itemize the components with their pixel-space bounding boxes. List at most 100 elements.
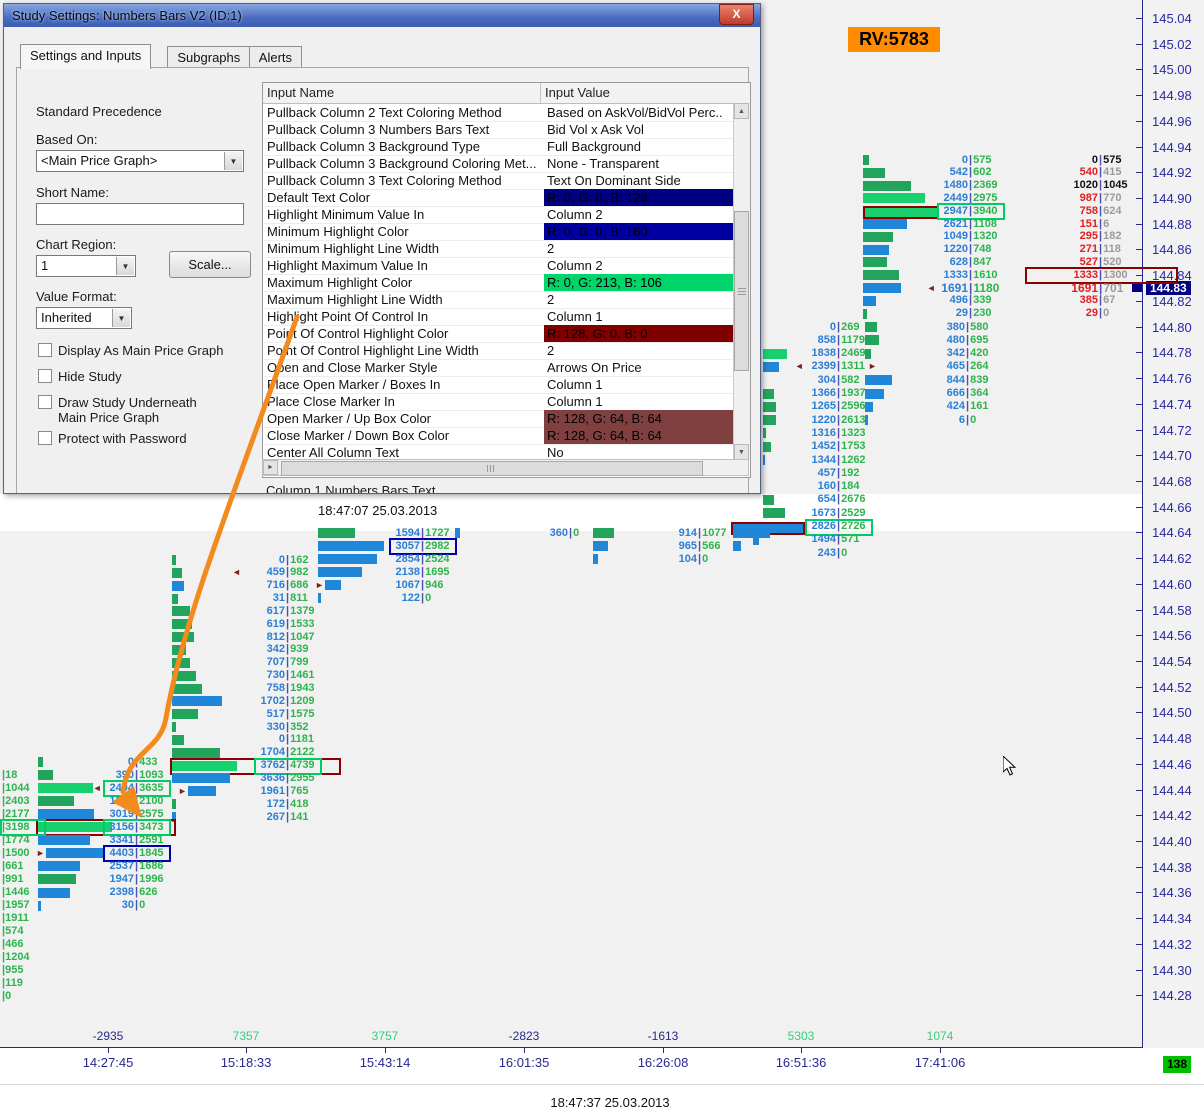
chevron-down-icon[interactable]: ▼ (116, 257, 134, 275)
ask-value: |0 (2, 990, 12, 1003)
bidask-cell: 1691 | 701 (988, 281, 1123, 295)
ask-value: 0 (970, 413, 977, 426)
scroll-up-icon[interactable]: ▲ (734, 103, 749, 119)
ask-value: 118 (1103, 243, 1121, 256)
open-close-marker-left-icon: ◄ (232, 567, 241, 578)
table-row[interactable]: Pullback Column 3 Background Coloring Me… (263, 155, 733, 173)
input-value-cell: R: 0, G: 213, B: 106 (544, 274, 733, 291)
bid-value: 2398 (109, 886, 134, 898)
scale-button[interactable]: Scale... (169, 251, 251, 278)
ask-value: 1323 (841, 426, 866, 439)
input-name-cell: Pullback Column 3 Background Type (267, 139, 480, 154)
input-value-cell: Column 2 (547, 207, 603, 222)
table-row[interactable]: Pullback Column 2 Text Coloring Method Ba… (263, 104, 733, 122)
bidask-cell: 914 | 1077 (587, 527, 727, 540)
bidask-cell: 1067 | 946 (310, 579, 444, 592)
table-row[interactable]: Pullback Column 3 Numbers Bars Text Bid V… (263, 121, 733, 139)
chart-region-select[interactable]: 1 ▼ (36, 255, 136, 277)
ask-value: 2100 (139, 794, 164, 807)
scroll-right-icon[interactable]: ► (263, 460, 278, 475)
table-row[interactable]: Maximum Highlight Color R: 0, G: 213, B: … (263, 274, 733, 292)
bid-value: 151 (1079, 217, 1098, 230)
table-row[interactable]: Minimum Highlight Color R: 0, G: 0, B: 16… (263, 223, 733, 241)
ask-value: 770 (1103, 191, 1122, 204)
checkbox-display-as-main-price-graph[interactable]: Display As Main Price Graph (38, 343, 223, 358)
horizontal-scrollbar[interactable]: ◄ ► (262, 459, 749, 476)
bidask-cell: 1480 | 2369 (858, 179, 998, 192)
ask-value: 0 (425, 591, 432, 604)
table-row[interactable]: Maximum Highlight Line Width 2 (263, 291, 733, 309)
table-row[interactable]: Highlight Point Of Control In Column 1 (263, 308, 733, 326)
checkbox-protect-with-password[interactable]: Protect with Password (38, 431, 187, 446)
bidask-cell: 1702 | 1209 (175, 695, 315, 708)
tab-settings-and-inputs[interactable]: Settings and Inputs (20, 44, 152, 69)
ask-value: |955 (2, 964, 24, 977)
bid-value: 758 (1079, 204, 1098, 217)
inputs-table[interactable]: Input Name Input Value Pullback Column 2… (262, 82, 751, 478)
clipped-section-label: Column 1 Numbers Bars Text (266, 483, 436, 494)
input-name-cell: Place Close Marker In (267, 394, 395, 409)
bidask-cell: 758 | 1943 (175, 682, 315, 695)
dialog-title-bar[interactable]: Study Settings: Numbers Bars V2 (ID:1) X (4, 4, 760, 27)
checkbox-icon[interactable] (38, 395, 52, 409)
column-divider[interactable] (540, 83, 541, 103)
input-name-cell: Pullback Column 2 Text Coloring Method (267, 105, 502, 120)
bid-value: 0 (127, 755, 134, 768)
chevron-down-icon[interactable]: ▼ (224, 152, 242, 170)
bidask-cell: 1961 | 765 (175, 785, 309, 798)
scrollbar-thumb[interactable] (734, 211, 749, 371)
table-row[interactable]: Pullback Column 3 Background Type Full Ba… (263, 138, 733, 156)
checkbox-icon[interactable] (38, 431, 52, 445)
scrollbar-thumb[interactable] (281, 461, 703, 476)
bid-value: 295 (1079, 230, 1098, 243)
bidask-cell: 965 | 566 (587, 539, 721, 553)
ask-value: 1461 (290, 669, 315, 682)
ask-value: 566 (702, 539, 721, 552)
close-icon[interactable]: X (719, 4, 754, 25)
ask-value: 352 (290, 720, 309, 733)
table-row[interactable]: Open and Close Marker Style Arrows On Pri… (263, 359, 733, 377)
table-row[interactable]: Pullback Column 3 Text Coloring Method Te… (263, 172, 733, 190)
table-row[interactable]: Place Open Marker / Boxes In Column 1 (263, 376, 733, 394)
bid-value: 360 (549, 526, 568, 539)
bidask-cell: 104 | 0 (587, 553, 709, 566)
table-row[interactable]: Point Of Control Highlight Color R: 128, … (263, 325, 733, 343)
table-row[interactable]: Highlight Minimum Value In Column 2 (263, 206, 733, 224)
table-row[interactable]: Point Of Control Highlight Line Width 2 (263, 342, 733, 360)
table-row[interactable]: Open Marker / Up Box Color R: 128, G: 64,… (263, 410, 733, 428)
input-name-cell: Maximum Highlight Color (267, 275, 413, 290)
tab-subgraphs[interactable]: Subgraphs (167, 46, 251, 69)
bid-value: 271 (1079, 243, 1098, 256)
bidask-cell: 496 | 339 (858, 294, 992, 307)
bid-value: 617 (266, 604, 285, 617)
ask-value: 575 (1103, 153, 1122, 166)
checkbox-icon[interactable] (38, 369, 52, 383)
based-on-select[interactable]: <Main Price Graph> ▼ (36, 150, 244, 172)
table-row[interactable]: Minimum Highlight Line Width 2 (263, 240, 733, 258)
table-row[interactable]: Place Close Marker In Column 1 (263, 393, 733, 411)
ask-value: |1044 (2, 781, 30, 794)
bidask-cell: 172 | 418 (175, 798, 309, 811)
chevron-down-icon[interactable]: ▼ (112, 309, 130, 327)
input-name-cell: Highlight Maximum Value In (267, 258, 428, 273)
bidask-cell: 666 | 364 (855, 387, 989, 400)
bid-value: 3636 (260, 771, 285, 784)
chart-region-value: 1 (41, 258, 49, 273)
scroll-down-icon[interactable]: ▼ (734, 444, 749, 460)
table-row[interactable]: Default Text Color R: 0, G: 0, B: 128 (263, 189, 733, 207)
bid-value: 0 (278, 733, 285, 746)
input-name-cell: Pullback Column 3 Background Coloring Me… (267, 156, 537, 171)
value-format-select[interactable]: Inherited ▼ (36, 307, 132, 329)
input-name-cell: Minimum Highlight Color (267, 224, 409, 239)
input-name-cell: Pullback Column 3 Text Coloring Method (267, 173, 502, 188)
table-row[interactable]: Close Marker / Down Box Color R: 128, G: … (263, 427, 733, 445)
vertical-scrollbar[interactable]: ▲ ▼ (733, 103, 750, 460)
bidask-cell: 2854 | 2524 (310, 553, 450, 566)
table-row[interactable]: Highlight Maximum Value In Column 2 (263, 257, 733, 275)
checkbox-draw-study-underneath[interactable]: Draw Study Underneath Main Price Graph (38, 395, 197, 425)
short-name-input[interactable] (36, 203, 244, 225)
checkbox-icon[interactable] (38, 343, 52, 357)
checkbox-hide-study[interactable]: Hide Study (38, 369, 122, 384)
tab-alerts[interactable]: Alerts (248, 46, 303, 69)
app-window: 145.04 145.02 145.00 144.98 144.96 144.94 144.… (0, 0, 1204, 1120)
